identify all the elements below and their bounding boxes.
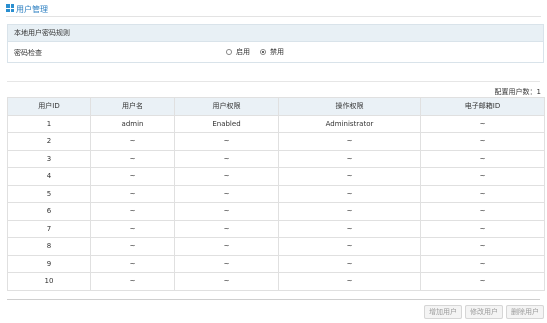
cell-username: ~ [90,167,175,186]
column-header-user-id: 用户ID [7,97,91,116]
cell-email-id: ~ [420,237,545,256]
cell-user-privilege: ~ [174,272,279,291]
password-check-radio-group: 启用 禁用 [226,47,294,57]
grid-icon [6,4,14,12]
cell-email-id: ~ [420,149,545,168]
enable-radio-label[interactable]: 启用 [236,47,250,57]
cell-operation-privilege: ~ [278,149,421,168]
cell-username: ~ [90,149,175,168]
cell-user-id: 8 [7,237,91,256]
cell-user-id: 9 [7,254,91,273]
cell-user-privilege: ~ [174,237,279,256]
table-row[interactable]: 10 ~ ~ ~ ~ [7,272,545,291]
cell-email-id: ~ [420,272,545,291]
table-row[interactable]: 4 ~ ~ ~ ~ [7,167,545,186]
cell-email-id: ~ [420,167,545,186]
cell-user-privilege: ~ [174,184,279,203]
cell-operation-privilege: ~ [278,167,421,186]
cell-email-id: ~ [420,132,545,151]
cell-operation-privilege: ~ [278,237,421,256]
password-policy-panel: 本地用户密码规则 密码检查 启用 禁用 [7,24,544,63]
cell-user-id: 7 [7,219,91,238]
page-title: 用户管理 [16,5,48,14]
user-table: 用户ID 用户名 用户权限 操作权限 电子邮箱ID 1 admin Enabled A… [7,97,545,291]
cell-email-id: ~ [420,202,545,221]
table-row[interactable]: 3 ~ ~ ~ ~ [7,149,545,168]
table-row[interactable]: 5 ~ ~ ~ ~ [7,184,545,203]
table-row[interactable]: 2 ~ ~ ~ ~ [7,132,545,151]
cell-user-privilege: ~ [174,202,279,221]
cell-user-id: 10 [7,272,91,291]
cell-email-id: ~ [420,184,545,203]
cell-username: ~ [90,272,175,291]
cell-operation-privilege: ~ [278,132,421,151]
enable-radio[interactable] [226,49,232,55]
footer-divider [7,299,540,300]
cell-user-privilege: ~ [174,132,279,151]
cell-user-privilege: ~ [174,167,279,186]
cell-username: admin [90,114,175,133]
table-row[interactable]: 9 ~ ~ ~ ~ [7,254,545,273]
cell-operation-privilege: ~ [278,219,421,238]
column-header-username: 用户名 [90,97,175,116]
user-count: 配置用户数：1 [494,88,541,96]
delete-user-button[interactable]: 删除用户 [506,305,544,319]
cell-user-id: 3 [7,149,91,168]
disable-radio-label[interactable]: 禁用 [270,47,284,57]
cell-user-privilege: ~ [174,254,279,273]
column-header-email-id: 电子邮箱ID [420,97,545,116]
cell-username: ~ [90,202,175,221]
cell-user-id: 5 [7,184,91,203]
cell-email-id: ~ [420,254,545,273]
add-user-button[interactable]: 增加用户 [424,305,462,319]
cell-username: ~ [90,219,175,238]
cell-username: ~ [90,237,175,256]
cell-user-id: 2 [7,132,91,151]
cell-user-privilege: ~ [174,149,279,168]
cell-user-id: 1 [7,114,91,133]
password-check-label: 密码检查 [14,49,42,57]
cell-user-id: 4 [7,167,91,186]
cell-email-id: ~ [420,219,545,238]
policy-section-title: 本地用户密码规则 [8,25,543,42]
table-row[interactable]: 7 ~ ~ ~ ~ [7,219,545,238]
title-divider [6,16,541,17]
cell-username: ~ [90,132,175,151]
cell-username: ~ [90,254,175,273]
cell-operation-privilege: ~ [278,202,421,221]
disable-radio[interactable] [260,49,266,55]
cell-username: ~ [90,184,175,203]
cell-user-privilege: ~ [174,219,279,238]
cell-user-privilege: Enabled [174,114,279,133]
cell-email-id: ~ [420,114,545,133]
table-row[interactable]: 6 ~ ~ ~ ~ [7,202,545,221]
cell-operation-privilege: ~ [278,272,421,291]
section-divider [7,81,540,82]
cell-user-id: 6 [7,202,91,221]
password-check-row: 密码检查 启用 禁用 [8,42,543,62]
cell-operation-privilege: Administrator [278,114,421,133]
title-bar: 用户管理 [0,0,547,18]
column-header-user-privilege: 用户权限 [174,97,279,116]
table-row[interactable]: 1 admin Enabled Administrator ~ [7,114,545,133]
table-row[interactable]: 8 ~ ~ ~ ~ [7,237,545,256]
table-header-row: 用户ID 用户名 用户权限 操作权限 电子邮箱ID [7,97,545,116]
edit-user-button[interactable]: 修改用户 [465,305,503,319]
cell-operation-privilege: ~ [278,254,421,273]
column-header-operation-privilege: 操作权限 [278,97,421,116]
cell-operation-privilege: ~ [278,184,421,203]
